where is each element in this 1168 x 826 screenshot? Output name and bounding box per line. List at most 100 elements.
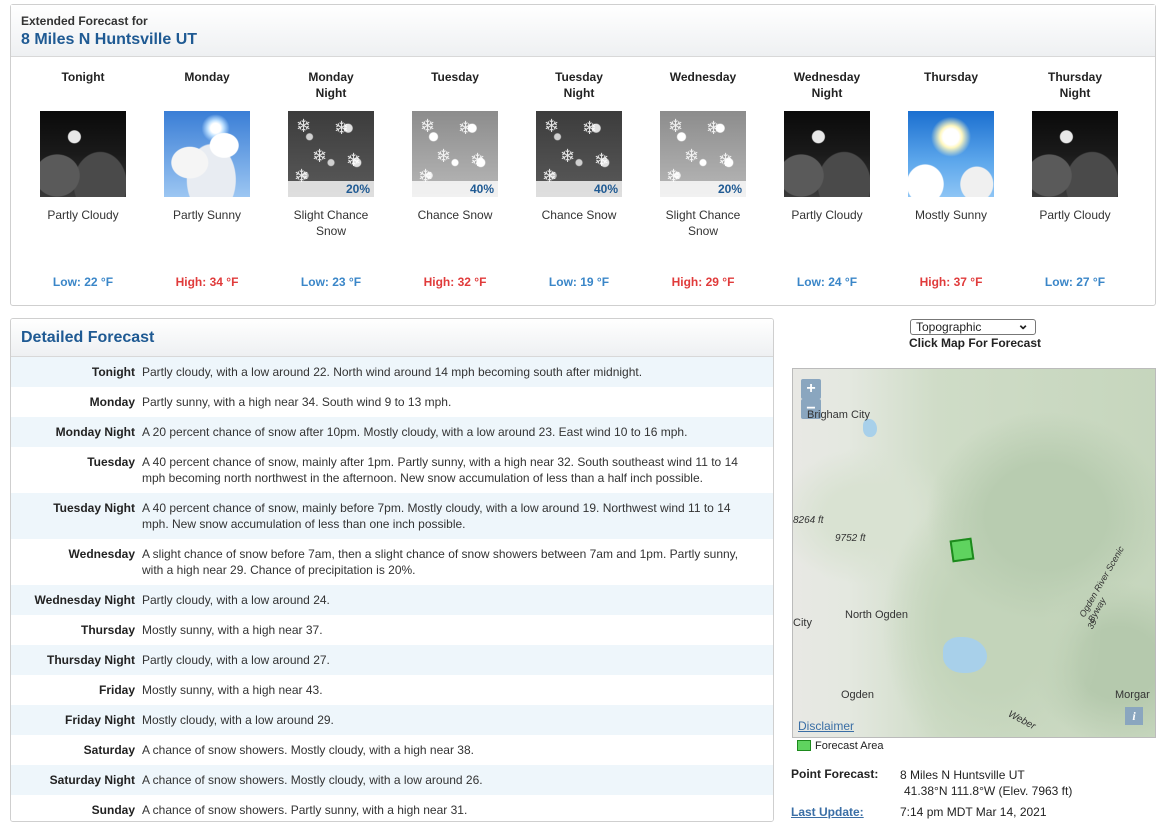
forecast-period[interactable]: Tonight Partly Cloudy Low: 22 °F xyxy=(21,69,145,289)
detailed-period-text: A 40 percent chance of snow, mainly afte… xyxy=(142,455,738,485)
forecast-period[interactable]: Thursday Night Partly Cloudy Low: 27 °F xyxy=(1013,69,1137,289)
period-description-line2: Snow xyxy=(315,224,347,238)
map-label-elevation-9752: 9752 ft xyxy=(835,533,866,544)
zoom-in-button[interactable]: + xyxy=(801,379,821,399)
period-name-line1: Thursday xyxy=(923,70,978,84)
forecast-area-swatch xyxy=(797,740,811,751)
precip-chance: 20% xyxy=(660,181,746,197)
disclaimer-link[interactable]: Disclaimer xyxy=(798,719,854,733)
detailed-period-name: Thursday Night xyxy=(46,653,135,667)
detailed-forecast-row: Friday Night Mostly cloudy, with a low ar… xyxy=(11,705,773,735)
detailed-forecast-row: Thursday Mostly sunny, with a high near 3… xyxy=(11,615,773,645)
snow-day-icon: ❄ ❄ ❄ ❄ ❄ 20% xyxy=(660,111,746,197)
forecast-periods: Tonight Partly Cloudy Low: 22 °F Monday Part… xyxy=(21,69,1147,299)
detailed-period-text: Partly sunny, with a high near 34. South… xyxy=(142,395,452,409)
detailed-period-name: Saturday xyxy=(83,743,135,757)
partly-sunny-icon xyxy=(164,111,250,197)
map-label-brigham-city: Brigham City xyxy=(807,409,870,421)
detailed-forecast-row: Monday Partly sunny, with a high near 34.… xyxy=(11,387,773,417)
extended-forecast-location: 8 Miles N Huntsville UT xyxy=(21,31,198,48)
map-label-north-ogden: North Ogden xyxy=(845,609,908,621)
forecast-period[interactable]: Tuesday ❄ ❄ ❄ ❄ ❄ 40% Chance Snow High: 32 °F xyxy=(393,69,517,289)
period-name-line1: Monday xyxy=(308,70,354,84)
forecast-period[interactable]: Wednesday Night Partly Cloudy Low: 24 °F xyxy=(765,69,889,289)
map-label-elevation-8264: 8264 ft xyxy=(793,515,824,526)
period-name: Tonight xyxy=(21,69,145,103)
point-forecast-location: 8 Miles N Huntsville UT xyxy=(900,768,1025,782)
snowflake-icon: ❄ xyxy=(420,116,436,136)
precip-chance: 40% xyxy=(412,181,498,197)
last-update-value: 7:14 pm MDT Mar 14, 2021 xyxy=(900,805,1047,819)
extended-forecast-panel: Extended Forecast for 8 Miles N Huntsvil… xyxy=(10,4,1156,306)
period-name-line1: Monday xyxy=(184,70,230,84)
detailed-forecast-row: Tuesday A 40 percent chance of snow, main… xyxy=(11,447,773,493)
forecast-period[interactable]: Thursday Mostly Sunny High: 37 °F xyxy=(889,69,1013,289)
detailed-forecast-row: Tonight Partly cloudy, with a low around … xyxy=(11,357,773,387)
period-name: Wednesday Night xyxy=(765,69,889,103)
map-type-select[interactable]: Topographic ⌄ xyxy=(910,316,1036,335)
point-forecast-coords: 41.38°N 111.8°W (Elev. 7963 ft) xyxy=(904,784,1073,798)
last-update-link[interactable]: Last Update: xyxy=(791,805,864,819)
forecast-period[interactable]: Monday Partly Sunny High: 34 °F xyxy=(145,69,269,289)
period-temperature: High: 29 °F xyxy=(671,275,735,289)
period-description-line1: Mostly Sunny xyxy=(914,208,988,222)
snowflake-icon: ❄ xyxy=(296,116,312,136)
period-name-line1: Thursday xyxy=(1047,70,1102,84)
period-name-line2: Night xyxy=(563,86,595,100)
period-description-line1: Chance Snow xyxy=(541,208,617,222)
chevron-down-icon: ⌄ xyxy=(1017,316,1029,332)
period-temperature: Low: 27 °F xyxy=(1044,275,1106,289)
forecast-map[interactable]: + − Brigham City 8264 ft 9752 ft North O… xyxy=(792,368,1156,738)
detailed-forecast-panel: Detailed Forecast Tonight Partly cloudy, … xyxy=(10,318,774,822)
snowflake-icon: ❄ xyxy=(334,118,350,138)
map-label-ogden-river-byway: Ogden River Scenic Byway xyxy=(1077,544,1127,624)
forecast-area-marker[interactable] xyxy=(949,537,975,563)
period-description: Slight Chance Snow xyxy=(641,207,765,255)
period-name-line1: Tuesday xyxy=(555,70,603,84)
snow-night-icon: ❄ ❄ ❄ ❄ ❄ 20% xyxy=(288,111,374,197)
snow-day-icon: ❄ ❄ ❄ ❄ ❄ 40% xyxy=(412,111,498,197)
map-label-city: City xyxy=(793,617,812,629)
period-temperature: Low: 19 °F xyxy=(548,275,610,289)
detailed-period-name: Friday xyxy=(98,683,135,697)
period-description: Partly Cloudy xyxy=(1013,207,1137,255)
period-temperature: High: 32 °F xyxy=(423,275,487,289)
mostly-sunny-icon xyxy=(908,111,994,197)
snowflake-icon: ❄ xyxy=(560,146,576,166)
detailed-period-name: Monday Night xyxy=(55,425,135,439)
snowflake-icon: ❄ xyxy=(436,146,452,166)
detailed-forecast-row: Monday Night A 20 percent chance of snow … xyxy=(11,417,773,447)
snowflake-icon: ❄ xyxy=(582,118,598,138)
snowflake-icon: ❄ xyxy=(544,116,560,136)
night-partly-cloudy-icon xyxy=(1032,111,1118,197)
period-name: Thursday xyxy=(889,69,1013,103)
forecast-period[interactable]: Tuesday Night ❄ ❄ ❄ ❄ ❄ 40% Chance Snow Low: 19 °… xyxy=(517,69,641,289)
forecast-period[interactable]: Monday Night ❄ ❄ ❄ ❄ ❄ 20% Slight Chance Snow Low:… xyxy=(269,69,393,289)
snowflake-icon: ❄ xyxy=(346,150,362,170)
snowflake-icon: ❄ xyxy=(312,146,328,166)
info-icon[interactable]: i xyxy=(1125,707,1143,725)
period-description-line1: Partly Cloudy xyxy=(791,208,863,222)
night-partly-cloudy-icon xyxy=(784,111,870,197)
detailed-forecast-row: Thursday Night Partly cloudy, with a low … xyxy=(11,645,773,675)
detailed-forecast-rows: Tonight Partly cloudy, with a low around … xyxy=(11,357,773,821)
detailed-period-name: Wednesday xyxy=(68,547,135,561)
period-description-line1: Partly Sunny xyxy=(172,208,242,222)
detailed-period-name: Wednesday Night xyxy=(34,593,135,607)
period-name-line1: Tonight xyxy=(61,70,105,84)
forecast-period[interactable]: Wednesday ❄ ❄ ❄ ❄ ❄ 20% Slight Chance Snow High: … xyxy=(641,69,765,289)
snowflake-icon: ❄ xyxy=(668,116,684,136)
period-description: Partly Cloudy xyxy=(21,207,145,255)
period-name-line1: Tuesday xyxy=(431,70,479,84)
period-name: Monday xyxy=(145,69,269,103)
detailed-period-name: Friday Night xyxy=(64,713,135,727)
detailed-period-text: Partly cloudy, with a low around 24. xyxy=(142,593,330,607)
period-description: Chance Snow xyxy=(393,207,517,255)
night-partly-cloudy-icon xyxy=(40,111,126,197)
detailed-period-name: Tuesday xyxy=(87,455,135,469)
detailed-period-text: A chance of snow showers. Mostly cloudy,… xyxy=(142,743,474,757)
period-description-line2: Snow xyxy=(687,224,719,238)
period-description: Mostly Sunny xyxy=(889,207,1013,255)
detailed-period-name: Tuesday Night xyxy=(53,501,135,515)
period-description: Chance Snow xyxy=(517,207,641,255)
